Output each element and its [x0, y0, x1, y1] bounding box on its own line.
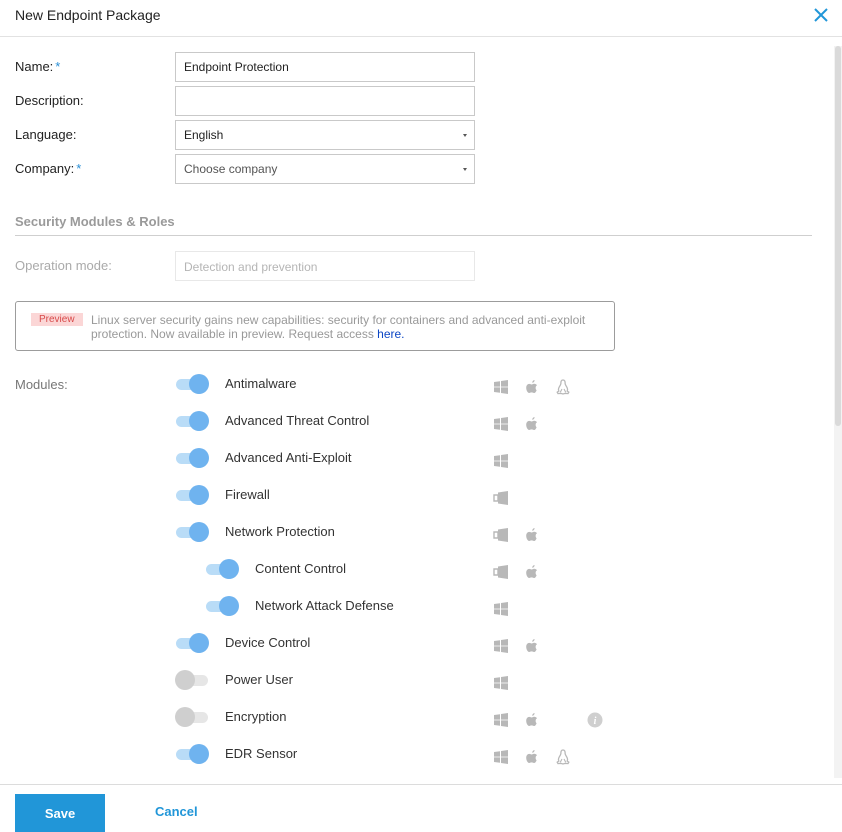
module-label: Advanced Anti-Exploit	[225, 450, 352, 465]
language-select[interactable]: English	[175, 120, 475, 150]
module-row-network-protection: Network Protection	[0, 517, 842, 547]
cancel-button[interactable]: Cancel	[155, 804, 198, 819]
company-placeholder: Choose company	[184, 162, 278, 176]
windows-icon	[493, 416, 509, 432]
module-toggle[interactable]	[205, 558, 239, 580]
module-row-content-control: Content Control	[0, 554, 842, 584]
module-row-firewall: Firewall	[0, 480, 842, 510]
linux-icon	[555, 749, 571, 765]
module-label: Antimalware	[225, 376, 297, 391]
module-toggle[interactable]	[175, 706, 209, 728]
module-label: EDR Sensor	[225, 746, 298, 761]
module-row-antimalware: Antimalware	[0, 369, 842, 399]
module-label: Content Control	[255, 561, 347, 576]
apple-icon	[524, 564, 540, 580]
module-toggle[interactable]	[175, 447, 209, 469]
toggle-knob	[219, 596, 239, 616]
preview-badge: Preview	[31, 313, 83, 326]
toggle-knob	[189, 485, 209, 505]
module-label: Network Protection	[225, 524, 335, 539]
toggle-knob	[175, 670, 195, 690]
module-label: Encryption	[225, 709, 287, 724]
module-toggle[interactable]	[175, 632, 209, 654]
windows-icon	[493, 712, 509, 728]
apple-icon	[524, 749, 540, 765]
company-label-text: Company:	[15, 161, 75, 176]
close-icon[interactable]	[814, 8, 828, 22]
module-row-device-control: Device Control	[0, 628, 842, 658]
module-toggle[interactable]	[175, 669, 209, 691]
windows-icon	[493, 749, 509, 765]
notice-text: Linux server security gains new capabili…	[91, 313, 601, 341]
description-label: Description:	[15, 93, 84, 108]
section-title: Security Modules & Roles	[15, 214, 175, 229]
module-row-network-attack-defense: Network Attack Defense	[0, 591, 842, 621]
module-toggle[interactable]	[205, 595, 239, 617]
module-label: Network Attack Defense	[255, 598, 394, 613]
windows-icon	[493, 453, 509, 469]
apple-icon	[524, 527, 540, 543]
toggle-knob	[189, 633, 209, 653]
module-row-edr-sensor: EDR Sensor	[0, 739, 842, 769]
module-toggle[interactable]	[175, 484, 209, 506]
toggle-knob	[189, 374, 209, 394]
section-divider	[15, 235, 812, 236]
operation-mode-label: Operation mode:	[15, 258, 112, 273]
svg-text:i: i	[594, 716, 597, 727]
windows-legacy-icon	[493, 527, 509, 543]
operation-mode-field: Detection and prevention	[175, 251, 475, 281]
company-select[interactable]: Choose company	[175, 154, 475, 184]
module-label: Advanced Threat Control	[225, 413, 370, 428]
module-label: Device Control	[225, 635, 311, 650]
linux-icon	[555, 379, 571, 395]
notice-message: Linux server security gains new capabili…	[91, 313, 586, 341]
module-label: Power User	[225, 672, 293, 687]
info-icon[interactable]: i	[587, 712, 603, 728]
request-access-link[interactable]: here.	[377, 327, 404, 341]
required-marker: *	[55, 59, 61, 74]
apple-icon	[524, 379, 540, 395]
toggle-knob	[219, 559, 239, 579]
module-toggle[interactable]	[175, 373, 209, 395]
required-marker: *	[76, 161, 82, 176]
windows-legacy-icon	[493, 490, 509, 506]
description-input[interactable]	[175, 86, 475, 116]
preview-notice: Preview Linux server security gains new …	[15, 301, 615, 351]
windows-legacy-icon	[493, 564, 509, 580]
dialog-footer: Save Cancel	[0, 784, 842, 832]
module-toggle[interactable]	[175, 410, 209, 432]
module-row-encryption: Encryption i	[0, 702, 842, 732]
dialog-title: New Endpoint Package	[15, 7, 161, 23]
language-label: Language:	[15, 127, 77, 142]
windows-icon	[493, 379, 509, 395]
apple-icon	[524, 712, 540, 728]
dialog-header: New Endpoint Package	[0, 0, 842, 37]
caret-down-icon	[463, 134, 467, 137]
windows-icon	[493, 638, 509, 654]
windows-icon	[493, 601, 509, 617]
module-toggle[interactable]	[175, 743, 209, 765]
module-row-advanced-threat-control: Advanced Threat Control	[0, 406, 842, 436]
name-label-text: Name:	[15, 59, 54, 74]
module-toggle[interactable]	[175, 521, 209, 543]
toggle-knob	[189, 448, 209, 468]
name-label: Name: *	[15, 59, 60, 74]
name-input[interactable]	[175, 52, 475, 82]
toggle-knob	[175, 707, 195, 727]
module-label: Firewall	[225, 487, 270, 502]
toggle-knob	[189, 744, 209, 764]
language-value: English	[184, 128, 224, 142]
toggle-knob	[189, 522, 209, 542]
toggle-knob	[189, 411, 209, 431]
module-row-advanced-anti-exploit: Advanced Anti-Exploit	[0, 443, 842, 473]
company-label: Company: *	[15, 161, 81, 176]
apple-icon	[524, 638, 540, 654]
save-button[interactable]: Save	[15, 794, 105, 832]
apple-icon	[524, 416, 540, 432]
windows-icon	[493, 675, 509, 691]
module-row-power-user: Power User	[0, 665, 842, 695]
caret-down-icon	[463, 168, 467, 171]
